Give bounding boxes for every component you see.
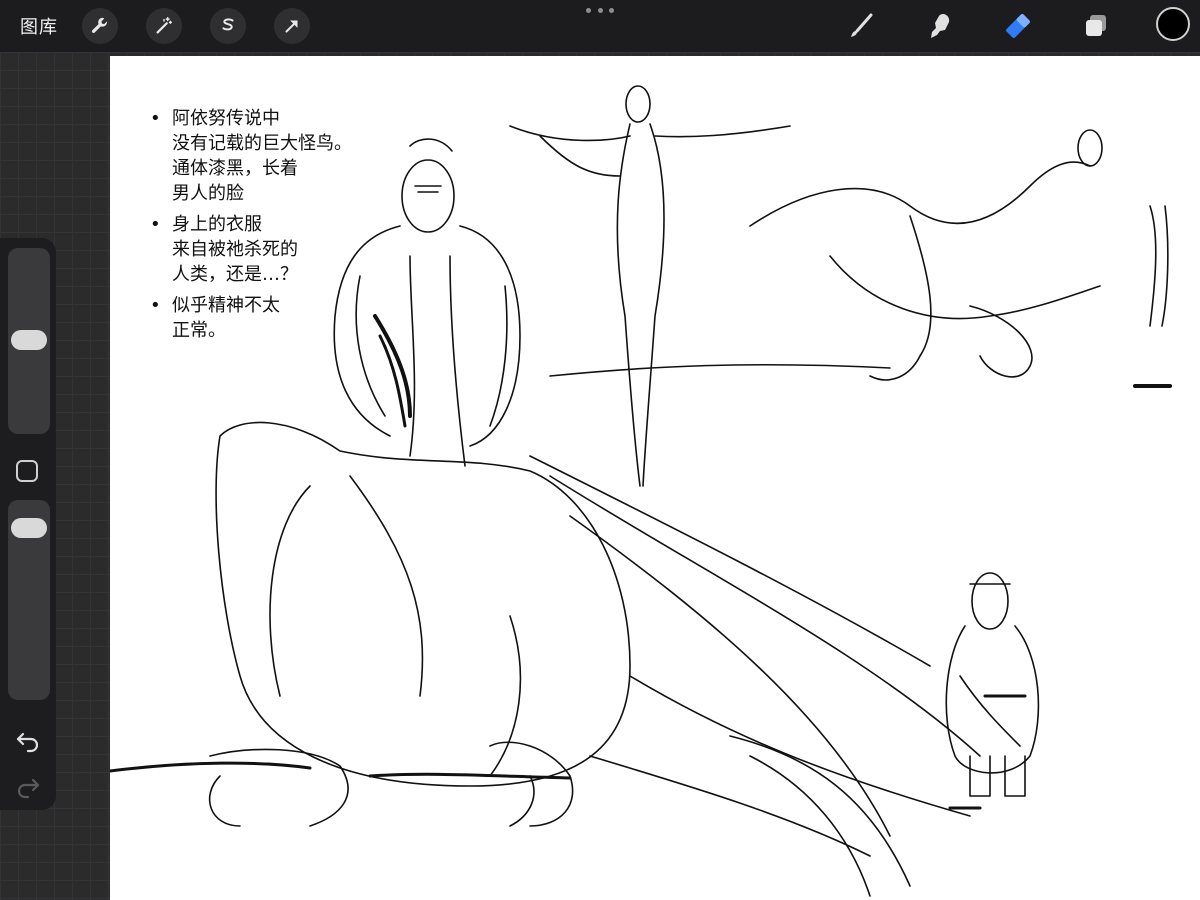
color-picker-swatch[interactable] (1156, 7, 1190, 41)
eraser-icon[interactable] (1000, 8, 1036, 44)
note-text: 身上的衣服 来自被祂杀死的 人类，还是…？ (150, 212, 380, 287)
transform-arrow-icon[interactable] (274, 8, 310, 44)
brush-size-slider[interactable] (8, 248, 50, 434)
drawing-canvas[interactable]: 阿依努传说中 没有记载的巨大怪鸟。 通体漆黑，长着 男人的脸 身上的衣服 来自被… (110, 56, 1200, 900)
wrench-icon[interactable] (82, 8, 118, 44)
magic-wand-icon[interactable] (146, 8, 182, 44)
gallery-button[interactable]: 图库 (20, 13, 58, 39)
selection-icon[interactable] (210, 8, 246, 44)
opacity-handle[interactable] (11, 518, 47, 538)
layers-icon[interactable] (1078, 8, 1114, 44)
annotation-notes: 阿依努传说中 没有记载的巨大怪鸟。 通体漆黑，长着 男人的脸 身上的衣服 来自被… (150, 106, 380, 349)
smudge-icon[interactable] (922, 8, 958, 44)
left-sidebar (0, 238, 56, 810)
opacity-slider[interactable] (8, 500, 50, 700)
brush-icon[interactable] (844, 8, 880, 44)
brush-size-handle[interactable] (11, 330, 47, 350)
more-options-icon[interactable] (586, 8, 614, 16)
top-toolbar: 图库 (0, 0, 1200, 52)
modify-button[interactable] (16, 460, 38, 482)
note-text: 似乎精神不太 正常。 (150, 293, 380, 343)
note-text: 阿依努传说中 没有记载的巨大怪鸟。 通体漆黑，长着 男人的脸 (150, 106, 380, 206)
redo-icon[interactable] (14, 772, 42, 800)
undo-icon[interactable] (14, 726, 42, 754)
